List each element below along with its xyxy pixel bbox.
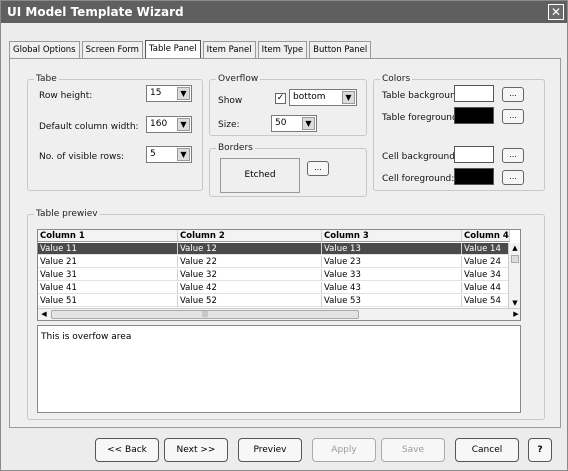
- table-row[interactable]: Value 31 Value 32 Value 33 Value 34: [38, 269, 520, 281]
- tab-screen-form[interactable]: Screen Form: [81, 41, 143, 58]
- title-bar: UI Model Template Wizard ✕: [1, 1, 567, 23]
- next-button[interactable]: Next >>: [164, 438, 228, 462]
- table-cell: Value 44: [462, 282, 510, 294]
- overflow-size-combo[interactable]: 50 ▼: [271, 115, 317, 132]
- overflow-size-label: Size:: [218, 120, 240, 130]
- column-width-value: 160: [150, 119, 168, 129]
- row-height-combo[interactable]: 15 ▼: [146, 85, 192, 102]
- overflow-position-value: bottom: [293, 92, 326, 102]
- column-header[interactable]: Column 1: [38, 230, 178, 242]
- table-cell: Value 11: [38, 243, 178, 255]
- tab-global-options[interactable]: Global Options: [9, 41, 80, 58]
- table-cell: Value 41: [38, 282, 178, 294]
- table-foreground-swatch: [454, 107, 494, 124]
- cell-foreground-swatch: [454, 168, 494, 185]
- overflow-text: This is overfow area: [41, 332, 132, 342]
- column-header[interactable]: Column 3: [322, 230, 462, 242]
- save-button[interactable]: Save: [381, 438, 445, 462]
- close-button[interactable]: ✕: [548, 4, 564, 20]
- scroll-thumb[interactable]: [511, 255, 519, 263]
- column-width-label: Default column width:: [39, 122, 139, 132]
- overflow-show-label: Show: [218, 96, 243, 106]
- cell-background-swatch: [454, 146, 494, 163]
- tab-button-panel[interactable]: Button Panel: [309, 41, 372, 58]
- table-row[interactable]: Value 51 Value 52 Value 53 Value 54: [38, 295, 520, 307]
- table-cell: Value 53: [322, 295, 462, 307]
- table-cell: Value 43: [322, 282, 462, 294]
- table-group-title: Tabe: [34, 74, 59, 84]
- border-style-preview: Etched: [220, 158, 300, 193]
- wizard-window: UI Model Template Wizard ✕ Global Option…: [0, 0, 568, 471]
- overflow-area[interactable]: This is overfow area: [37, 325, 521, 413]
- table-cell: Value 51: [38, 295, 178, 307]
- table-cell: Value 21: [38, 256, 178, 268]
- cell-background-browse-button[interactable]: ...: [502, 148, 524, 163]
- tab-table-panel[interactable]: Table Panel: [144, 40, 201, 58]
- table-preview-title: Table prewiev: [34, 209, 100, 219]
- table-background-label: Table background:: [382, 91, 465, 101]
- tab-strip: Global Options Screen Form Table Panel I…: [9, 40, 373, 58]
- column-header[interactable]: Column 4: [462, 230, 510, 242]
- table-background-swatch: [454, 85, 494, 102]
- overflow-group-title: Overflow: [216, 74, 261, 84]
- column-width-combo[interactable]: 160 ▼: [146, 116, 192, 133]
- table-foreground-browse-button[interactable]: ...: [502, 109, 524, 124]
- border-style-value: Etched: [244, 170, 276, 180]
- borders-group-title: Borders: [216, 143, 255, 153]
- table-cell: Value 54: [462, 295, 510, 307]
- cancel-button[interactable]: Cancel: [455, 438, 519, 462]
- table-background-browse-button[interactable]: ...: [502, 87, 524, 102]
- table-foreground-label: Table foreground:: [382, 113, 461, 123]
- apply-button[interactable]: Apply: [312, 438, 376, 462]
- table-cell: Value 33: [322, 269, 462, 281]
- visible-rows-label: No. of visible rows:: [39, 152, 125, 162]
- colors-group-title: Colors: [380, 74, 413, 84]
- table-cell: Value 13: [322, 243, 462, 255]
- tab-item-type[interactable]: Item Type: [257, 41, 308, 58]
- cell-foreground-browse-button[interactable]: ...: [502, 170, 524, 185]
- table-cell: Value 23: [322, 256, 462, 268]
- tab-item-panel[interactable]: Item Panel: [202, 41, 256, 58]
- table-cell: Value 52: [178, 295, 322, 307]
- table-cell: Value 24: [462, 256, 510, 268]
- cell-background-label: Cell background:: [382, 152, 458, 162]
- table-cell: Value 32: [178, 269, 322, 281]
- back-button[interactable]: << Back: [95, 438, 159, 462]
- table-cell: Value 22: [178, 256, 322, 268]
- overflow-show-checkbox[interactable]: ✓: [275, 93, 286, 104]
- chevron-down-icon[interactable]: ▼: [177, 87, 190, 100]
- visible-rows-combo[interactable]: 5 ▼: [146, 146, 192, 163]
- chevron-down-icon[interactable]: ▼: [177, 148, 190, 161]
- horizontal-scrollbar[interactable]: ◀ ||| ▶: [38, 308, 520, 320]
- table-header-row: Column 1 Column 2 Column 3 Column 4: [38, 230, 520, 242]
- table-cell: Value 14: [462, 243, 510, 255]
- chevron-down-icon[interactable]: ▼: [177, 118, 190, 131]
- table-cell: Value 42: [178, 282, 322, 294]
- help-button[interactable]: ?: [528, 438, 552, 462]
- column-header[interactable]: Column 2: [178, 230, 322, 242]
- scroll-up-icon[interactable]: ▲: [509, 243, 520, 254]
- window-title: UI Model Template Wizard: [7, 5, 184, 19]
- border-browse-button[interactable]: ...: [307, 161, 329, 176]
- vertical-scrollbar[interactable]: ▲ ▼: [508, 243, 520, 309]
- scroll-thumb[interactable]: |||: [51, 310, 359, 319]
- chevron-down-icon[interactable]: ▼: [302, 117, 315, 130]
- scroll-left-icon[interactable]: ◀: [38, 309, 50, 320]
- table-cell: Value 31: [38, 269, 178, 281]
- visible-rows-value: 5: [150, 149, 156, 159]
- table-cell: Value 34: [462, 269, 510, 281]
- table-row[interactable]: Value 21 Value 22 Value 23 Value 24: [38, 256, 520, 268]
- cell-foreground-label: Cell foreground:: [382, 174, 455, 184]
- table-row[interactable]: Value 41 Value 42 Value 43 Value 44: [38, 282, 520, 294]
- row-height-value: 15: [150, 88, 162, 98]
- chevron-down-icon[interactable]: ▼: [342, 91, 355, 104]
- scroll-right-icon[interactable]: ▶: [510, 309, 520, 320]
- table-cell: Value 12: [178, 243, 322, 255]
- preview-button[interactable]: Previev: [238, 438, 302, 462]
- table-row[interactable]: Value 11 Value 12 Value 13 Value 14: [38, 243, 520, 255]
- overflow-size-value: 50: [275, 118, 287, 128]
- row-height-label: Row height:: [39, 91, 93, 101]
- preview-table[interactable]: Column 1 Column 2 Column 3 Column 4 Valu…: [37, 229, 521, 321]
- overflow-position-combo[interactable]: bottom ▼: [289, 89, 357, 106]
